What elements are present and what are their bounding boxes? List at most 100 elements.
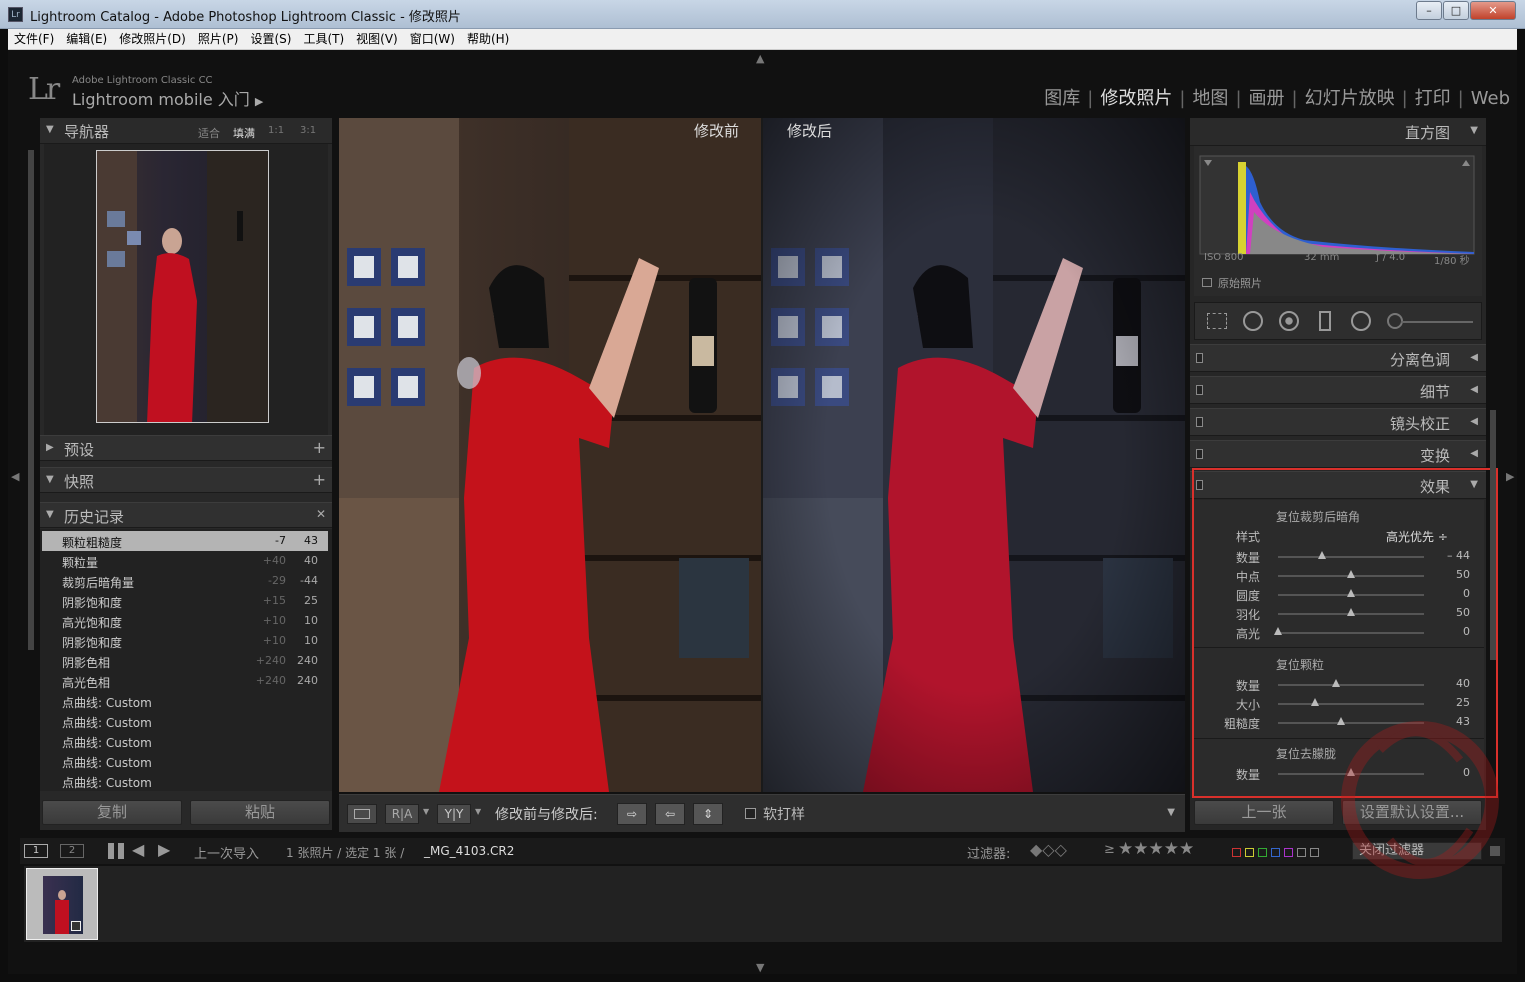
swap-left-icon: ⇦ xyxy=(664,807,676,821)
flag-filter-icons[interactable]: ◆◇◇ xyxy=(1030,840,1067,859)
graduated-filter-icon[interactable] xyxy=(1319,311,1331,331)
zoom-3-1[interactable]: 3:1 xyxy=(300,125,316,136)
maximize-button[interactable]: □ xyxy=(1443,1,1469,20)
copy-button[interactable]: 复制 xyxy=(42,800,182,825)
before-after-lr-button[interactable]: R|A xyxy=(385,804,419,824)
window-1-button[interactable]: 1 xyxy=(24,844,48,858)
copy-after-to-before-button[interactable]: ⇦ xyxy=(655,803,685,825)
zoom-fill[interactable]: 填满 xyxy=(233,125,255,141)
add-preset-icon[interactable]: + xyxy=(313,438,326,457)
panel-switch-icon[interactable] xyxy=(1196,353,1203,363)
radial-filter-icon[interactable] xyxy=(1351,311,1371,331)
before-after-split-button[interactable]: Y|Y xyxy=(437,804,471,824)
center-toolbar: R|A ▼ Y|Y ▼ 修改前与修改后: ⇨ ⇦ ⇕ 软打样 ▼ xyxy=(339,794,1185,832)
history-item[interactable]: 阴影饱和度 +15 25 xyxy=(42,591,328,611)
original-photo-checkbox[interactable] xyxy=(1202,278,1212,287)
brush-size-slider[interactable] xyxy=(1401,321,1473,323)
module-print[interactable]: 打印 xyxy=(1408,88,1458,109)
lens-corrections-header[interactable]: 镜头校正 ◀ xyxy=(1190,408,1486,436)
module-slideshow[interactable]: 幻灯片放映 xyxy=(1298,88,1402,109)
module-book[interactable]: 画册 xyxy=(1242,88,1292,109)
previous-button[interactable]: 上一张 xyxy=(1194,800,1334,825)
module-map[interactable]: 地图 xyxy=(1185,88,1235,109)
panel-switch-icon[interactable] xyxy=(1196,385,1203,395)
menu-window[interactable]: 窗口(W) xyxy=(404,29,461,50)
navigator-thumbnail[interactable] xyxy=(96,150,269,423)
crop-tool-icon[interactable] xyxy=(1207,313,1227,329)
spot-removal-icon[interactable] xyxy=(1243,311,1263,331)
menu-view[interactable]: 视图(V) xyxy=(350,29,404,50)
transform-header[interactable]: 变换 ◀ xyxy=(1190,440,1486,468)
swap-before-after-button[interactable]: ⇕ xyxy=(693,803,723,825)
filmstrip-thumbnail[interactable] xyxy=(26,868,98,940)
left-panel-scrollbar[interactable] xyxy=(28,150,34,650)
right-panel-toggle-icon[interactable]: ▶ xyxy=(1506,470,1514,483)
zoom-1-1[interactable]: 1:1 xyxy=(268,125,284,136)
module-library[interactable]: 图库 xyxy=(1037,88,1087,109)
histogram-header[interactable]: 直方图 ▼ xyxy=(1190,118,1486,146)
panel-switch-icon[interactable] xyxy=(1196,417,1203,427)
menu-help[interactable]: 帮助(H) xyxy=(461,29,515,50)
menu-photo[interactable]: 照片(P) xyxy=(192,29,245,50)
menu-develop[interactable]: 修改照片(D) xyxy=(113,29,192,50)
left-panel-toggle-icon[interactable]: ◀ xyxy=(11,470,19,483)
module-develop[interactable]: 修改照片 xyxy=(1093,88,1179,109)
history-item[interactable]: 高光色相 +240 240 xyxy=(42,671,328,691)
minimize-button[interactable]: – xyxy=(1416,1,1442,20)
split-toning-title: 分离色调 xyxy=(1389,351,1450,369)
history-item[interactable]: 点曲线: Custom xyxy=(42,691,328,711)
history-item[interactable]: 点曲线: Custom xyxy=(42,731,328,751)
before-image[interactable]: 修改前 xyxy=(339,118,761,792)
loupe-view-button[interactable] xyxy=(347,804,377,824)
close-button[interactable]: ✕ xyxy=(1470,1,1516,20)
module-web[interactable]: Web xyxy=(1464,88,1517,109)
rating-stars[interactable]: ★★★★★ xyxy=(1118,839,1194,859)
dropdown-icon[interactable]: ▼ xyxy=(423,807,429,816)
history-item[interactable]: 高光饱和度 +10 10 xyxy=(42,611,328,631)
toolbar-menu-icon[interactable]: ▼ xyxy=(1167,807,1175,818)
play-arrow-icon[interactable]: ▶ xyxy=(255,95,263,108)
identity-line2[interactable]: Lightroom mobile 入门 ▶ xyxy=(72,86,263,110)
add-snapshot-icon[interactable]: + xyxy=(313,470,326,489)
expand-icon: ◀ xyxy=(1470,352,1478,363)
right-panel-scrollbar[interactable] xyxy=(1490,410,1496,660)
prev-arrow-icon[interactable]: ◀ xyxy=(132,840,144,859)
history-item[interactable]: 点曲线: Custom xyxy=(42,711,328,731)
clear-history-icon[interactable]: ✕ xyxy=(316,507,326,521)
history-item[interactable]: 点曲线: Custom xyxy=(42,751,328,771)
red-eye-icon[interactable] xyxy=(1279,311,1299,331)
source-label[interactable]: 上一次导入 xyxy=(194,843,259,862)
snapshots-header[interactable]: ▼ 快照 + xyxy=(40,467,332,493)
menu-tools[interactable]: 工具(T) xyxy=(297,29,350,50)
dropdown-icon[interactable]: ▼ xyxy=(475,807,481,816)
window-2-button[interactable]: 2 xyxy=(60,844,84,858)
history-item-name: 高光色相 xyxy=(62,676,111,690)
menu-edit[interactable]: 编辑(E) xyxy=(60,29,113,50)
presets-header[interactable]: ▶ 预设 + xyxy=(40,435,332,461)
history-item[interactable]: 点曲线: Custom xyxy=(42,771,328,791)
history-header[interactable]: ▼ 历史记录 ✕ xyxy=(40,502,332,528)
paste-button[interactable]: 粘贴 xyxy=(190,800,330,825)
history-item[interactable]: 裁剪后暗角量 -29 -44 xyxy=(42,571,328,591)
split-toning-header[interactable]: 分离色调 ◀ xyxy=(1190,344,1486,372)
zoom-fit[interactable]: 适合 xyxy=(198,125,220,141)
history-item[interactable]: 颗粒粗糙度 -7 43 xyxy=(42,531,328,551)
color-label-filters[interactable] xyxy=(1232,846,1342,857)
menu-settings[interactable]: 设置(S) xyxy=(244,29,297,50)
history-item-value: 10 xyxy=(304,634,318,647)
grid-view-icon[interactable] xyxy=(108,843,124,859)
navigator-header[interactable]: ▼ 导航器 适合 填满 1:1 3:1 xyxy=(40,118,332,144)
panel-switch-icon[interactable] xyxy=(1196,449,1203,459)
filename[interactable]: _MG_4103.CR2 xyxy=(424,844,514,858)
bottom-panel-toggle-icon[interactable]: ▼ xyxy=(756,961,764,974)
history-item[interactable]: 颗粒量 +40 40 xyxy=(42,551,328,571)
detail-header[interactable]: 细节 ◀ xyxy=(1190,376,1486,404)
history-item[interactable]: 阴影饱和度 +10 10 xyxy=(42,631,328,651)
after-image[interactable]: 修改后 xyxy=(763,118,1185,792)
histogram-graph[interactable] xyxy=(1194,152,1482,262)
next-arrow-icon[interactable]: ▶ xyxy=(158,840,170,859)
menu-file[interactable]: 文件(F) xyxy=(8,29,60,50)
history-item[interactable]: 阴影色相 +240 240 xyxy=(42,651,328,671)
soft-proof-checkbox[interactable] xyxy=(745,808,756,819)
copy-before-to-after-button[interactable]: ⇨ xyxy=(617,803,647,825)
